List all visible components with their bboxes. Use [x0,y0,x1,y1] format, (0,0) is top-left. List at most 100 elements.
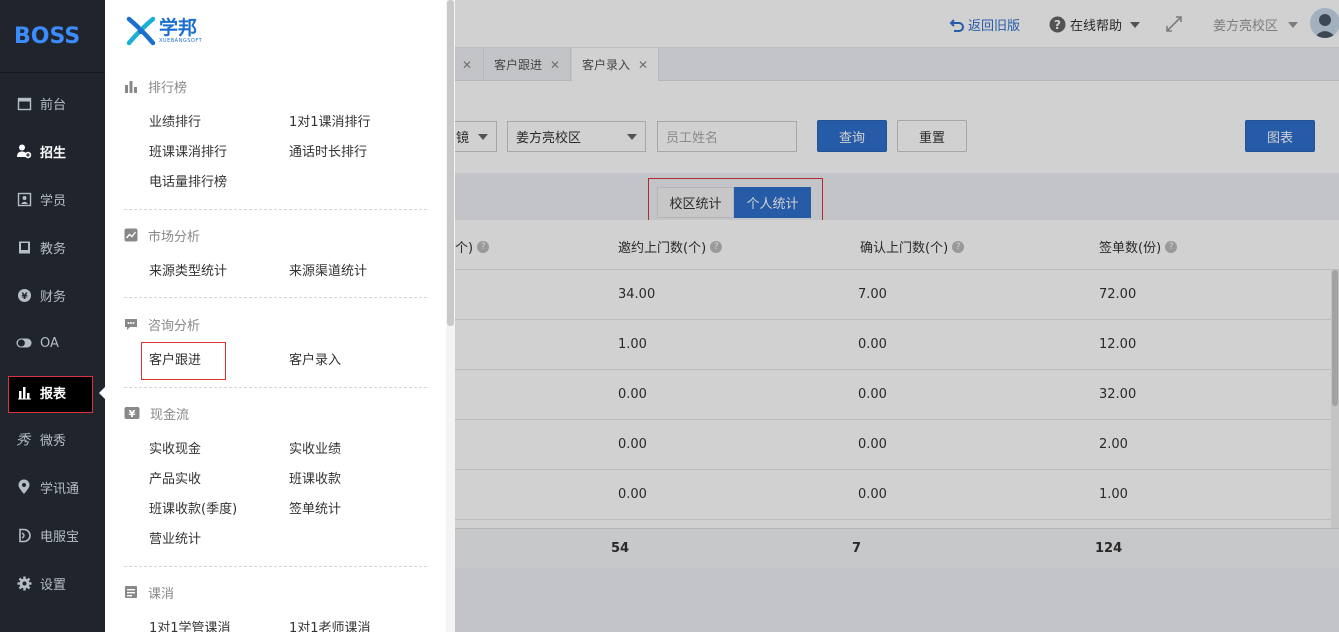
ranking-icon [124,79,138,93]
consult-chat-icon [124,317,138,331]
nav-item-academic[interactable]: 教务 [0,227,105,267]
campus-select[interactable]: 姜方亮校区 [507,121,646,152]
help-circle-icon[interactable]: ? [952,240,965,253]
column-header-label: 邀约上门数(个) [618,241,707,256]
nav-item-settings[interactable]: 设置 [0,563,105,603]
menu-item-class-payment[interactable]: 班课收款 [289,468,341,487]
menu-item-customer-entry[interactable]: 客户录入 [289,349,341,368]
table-scrollbar-thumb[interactable] [1332,270,1338,406]
svg-text:¥: ¥ [129,409,136,420]
table-cell: 0.00 [618,387,647,402]
table-cell: 12.00 [1099,337,1137,352]
nav-item-front-desk[interactable]: 前台 [0,83,105,123]
tab-customer-followup[interactable]: 客户跟进 ✕ [484,48,572,81]
table-cell: 1.00 [1099,487,1128,502]
chevron-down-icon [1130,21,1141,28]
menu-item-class-payment-quarterly[interactable]: 班课收款(季度) [149,498,237,517]
avatar[interactable] [1310,8,1339,38]
table-row: 34.00 7.00 72.00 [455,270,1331,320]
weixiu-icon: 秀 [16,431,32,447]
help-circle-icon[interactable]: ? [477,240,490,253]
menu-item-call-volume-ranking[interactable]: 电话量排行榜 [149,171,227,190]
nav-item-enrollment[interactable]: 招生 [0,131,105,171]
boss-logo[interactable]: BOSS [0,0,105,73]
menu-item-source-type-stats[interactable]: 来源类型统计 [149,260,227,279]
menu-item-1on1-manager-consume[interactable]: 1对1学管课消 [149,617,231,632]
column-header: 确认上门数(个)? [860,237,965,256]
campus-stats-toggle[interactable]: 校区统计 [657,187,734,218]
filter-select-1-value: 镜 [456,131,470,146]
help-circle-icon[interactable]: ? [710,240,723,253]
nav-item-label: 学员 [40,193,67,209]
personal-stats-label: 个人统计 [746,197,799,212]
undo-arrow-icon [949,18,964,32]
nav-item-finance[interactable]: ¥ 财务 [0,275,105,315]
nav-item-label: 设置 [40,577,67,593]
menu-item-cash-received[interactable]: 实收现金 [149,438,201,457]
svg-text:¥: ¥ [21,292,28,302]
menu-item-performance-ranking[interactable]: 业绩排行 [149,111,201,130]
chart-button[interactable]: 图表 [1245,120,1315,152]
nav-item-xuexuntong[interactable]: 学讯通 [0,467,105,507]
chart-button-label: 图表 [1266,130,1293,146]
help-circle-icon[interactable]: ? [1165,240,1178,253]
section-title: 市场分析 [148,229,201,245]
xuebang-x-icon [126,16,156,46]
nav-item-label: 教务 [40,241,67,257]
close-icon[interactable]: ✕ [462,58,472,72]
menu-item-contract-stats[interactable]: 签单统计 [289,498,341,517]
bar-chart-icon [16,384,32,400]
section-cash-flow: ¥ 现金流 [124,404,190,423]
nav-item-dianfubao[interactable]: 电服宝 [0,515,105,555]
close-icon[interactable]: ✕ [550,58,560,72]
gear-icon [16,575,32,591]
table-cell: 7.00 [858,287,887,302]
svg-text:秀: 秀 [16,432,32,446]
column-header: 签单数(份)? [1099,237,1178,256]
tab-prev-close[interactable]: ✕ [455,48,484,81]
table-cell: 0.00 [618,437,647,452]
column-header-label: 签单数(份) [1099,241,1162,256]
nav-item-label: 财务 [40,289,67,305]
content-bottom-area [455,568,1339,632]
tab-customer-entry[interactable]: 客户录入 ✕ [572,48,660,81]
chevron-down-icon [478,134,488,140]
nav-item-oa[interactable]: OA [0,323,105,363]
nav-item-students[interactable]: 学员 [0,179,105,219]
nav-item-label: 微秀 [40,433,67,449]
query-button[interactable]: 查询 [817,120,887,152]
nav-item-label: 电服宝 [40,529,80,545]
menu-item-product-received[interactable]: 产品实收 [149,468,201,487]
menu-item-performance-received[interactable]: 实收业绩 [289,438,341,457]
campus-select-value: 姜方亮校区 [516,131,582,146]
back-old-version-link[interactable]: 返回旧版 [949,15,1020,34]
phone-service-icon [16,527,32,543]
fullscreen-button[interactable] [1165,15,1183,33]
online-help-menu[interactable]: ? 在线帮助 [1049,15,1141,34]
menu-item-1on1-teacher-consume[interactable]: 1对1老师课消 [289,617,371,632]
table-cell: 0.00 [858,337,887,352]
campus-switcher[interactable]: 姜方亮校区 [1213,15,1299,34]
nav-item-reports[interactable]: 报表 [0,372,105,412]
personal-stats-toggle[interactable]: 个人统计 [734,187,811,218]
nav-item-weixiu[interactable]: 秀 微秀 [0,419,105,459]
flyout-scrollbar-thumb[interactable] [447,0,454,326]
menu-item-customer-followup[interactable]: 客户跟进 [149,349,201,368]
table-cell: 1.00 [618,337,647,352]
section-title: 现金流 [150,407,190,423]
section-title: 排行榜 [148,80,188,96]
tab-label: 客户录入 [582,58,631,72]
table-row: 0.00 0.00 1.00 [455,470,1331,520]
close-icon[interactable]: ✕ [638,58,648,72]
menu-item-class-consume-ranking[interactable]: 班课课消排行 [149,141,227,160]
menu-item-call-duration-ranking[interactable]: 通话时长排行 [289,141,367,160]
table-header: 个)? 邀约上门数(个)? 确认上门数(个)? 签单数(份)? [455,220,1339,270]
menu-item-source-channel-stats[interactable]: 来源渠道统计 [289,260,367,279]
menu-item-business-stats[interactable]: 营业统计 [149,528,201,547]
employee-name-input[interactable]: 员工姓名 [657,121,797,152]
svg-text:?: ? [1054,18,1061,32]
tab-label: 客户跟进 [494,58,543,72]
reset-button[interactable]: 重置 [897,120,967,152]
menu-item-1on1-consume-ranking[interactable]: 1对1课消排行 [289,111,371,130]
table-cell: 0.00 [618,487,647,502]
